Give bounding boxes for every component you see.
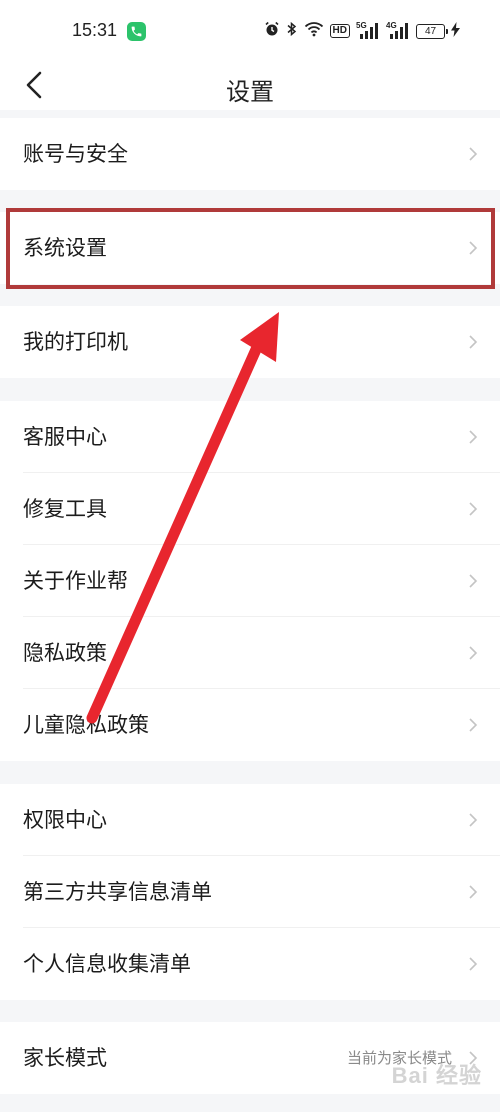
chevron-right-icon — [469, 241, 478, 255]
chevron-right-icon — [469, 646, 478, 660]
row-label: 客服中心 — [23, 425, 107, 449]
chevron-right-icon — [469, 502, 478, 516]
settings-row-customer-service[interactable]: 客服中心 — [0, 401, 500, 473]
status-time: 15:31 — [72, 20, 118, 40]
nav-bar: 设置 — [0, 62, 500, 110]
row-label: 隐私政策 — [23, 641, 107, 665]
row-label: 修复工具 — [23, 497, 107, 521]
settings-group-permissions: 权限中心 第三方共享信息清单 个人信息收集清单 — [0, 784, 500, 1000]
status-icons: HD 5G 4G 47 — [264, 20, 460, 42]
page-title: 设置 — [226, 78, 274, 106]
chevron-right-icon — [469, 574, 478, 588]
settings-row-my-printer[interactable]: 我的打印机 — [0, 306, 500, 378]
row-label: 家长模式 — [23, 1046, 107, 1070]
settings-row-personal-info-list[interactable]: 个人信息收集清单 — [0, 928, 500, 1000]
bluetooth-icon — [286, 21, 298, 41]
settings-row-child-privacy-policy[interactable]: 儿童隐私政策 — [0, 689, 500, 761]
battery-icon: 47 — [416, 23, 448, 39]
wifi-icon — [304, 21, 324, 41]
status-bar: 15:31 HD 5G 4G 47 — [0, 0, 500, 62]
row-label: 权限中心 — [23, 808, 107, 832]
row-label: 个人信息收集清单 — [23, 952, 191, 976]
call-icon[interactable] — [127, 22, 146, 41]
chevron-right-icon — [469, 885, 478, 899]
settings-group-support: 客服中心 修复工具 关于作业帮 隐私政策 儿童隐私政策 — [0, 401, 500, 761]
settings-row-privacy-policy[interactable]: 隐私政策 — [0, 617, 500, 689]
row-label: 关于作业帮 — [23, 569, 128, 593]
watermark: Bai 经验 — [391, 1063, 482, 1088]
alarm-icon — [264, 21, 280, 41]
settings-row-about[interactable]: 关于作业帮 — [0, 545, 500, 617]
chevron-right-icon — [469, 430, 478, 444]
row-label: 儿童隐私政策 — [23, 713, 149, 737]
settings-row-system-settings[interactable]: 系统设置 — [0, 212, 500, 284]
row-label: 系统设置 — [23, 236, 107, 260]
settings-row-account-security[interactable]: 账号与安全 — [0, 118, 500, 190]
row-label: 账号与安全 — [23, 142, 128, 166]
settings-group-system: 系统设置 — [0, 212, 500, 284]
settings-row-permission-center[interactable]: 权限中心 — [0, 784, 500, 856]
chevron-right-icon — [469, 813, 478, 827]
settings-group-account: 账号与安全 — [0, 118, 500, 190]
chevron-right-icon — [469, 335, 478, 349]
settings-row-third-party-sharing-list[interactable]: 第三方共享信息清单 — [0, 856, 500, 928]
chevron-right-icon — [469, 147, 478, 161]
signal-5g-icon: 5G — [356, 21, 380, 40]
row-label: 我的打印机 — [23, 330, 128, 354]
hd-badge: HD — [329, 24, 350, 38]
chevron-right-icon — [469, 957, 478, 971]
charging-icon — [451, 21, 460, 41]
chevron-right-icon — [469, 718, 478, 732]
settings-row-repair-tool[interactable]: 修复工具 — [0, 473, 500, 545]
settings-group-printer: 我的打印机 — [0, 306, 500, 378]
signal-4g-icon: 4G — [386, 21, 410, 40]
row-label: 第三方共享信息清单 — [23, 880, 212, 904]
